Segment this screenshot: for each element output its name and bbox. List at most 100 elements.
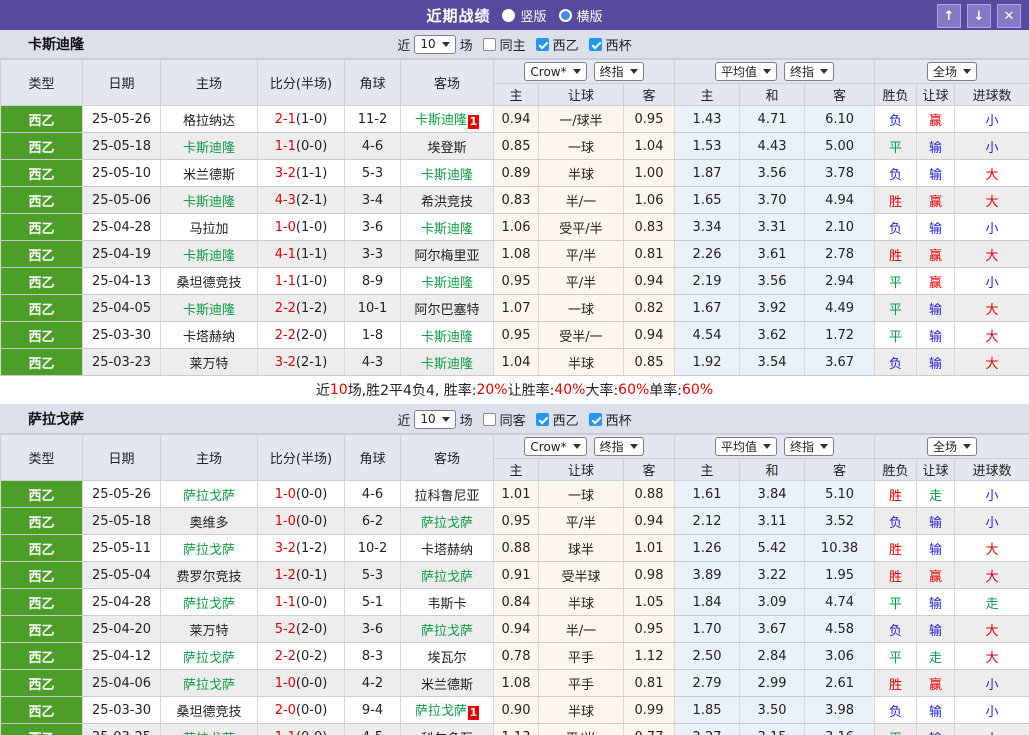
odds-time-select[interactable]: 终指 xyxy=(593,437,644,456)
result-cell: 平 xyxy=(874,321,918,349)
odds-home-cell: 0.83 xyxy=(493,186,539,214)
avg-draw-cell: 3.84 xyxy=(739,480,806,508)
fulltime-score: 5-2 xyxy=(274,621,296,637)
handicap-cell: 半球 xyxy=(538,696,624,724)
avg-home-cell: 1.53 xyxy=(674,132,741,160)
filter-controls: 近 10 场 同主 西乙 西杯 xyxy=(397,34,632,54)
same-venue-checkbox[interactable] xyxy=(482,37,496,51)
halftime-score: (1-1) xyxy=(295,246,328,262)
scope-select[interactable]: 全场 xyxy=(927,437,978,456)
away-team-cell: 卡斯迪隆 xyxy=(400,267,494,295)
sub-header-8: 进球数 xyxy=(954,83,1029,106)
column-header-1: 日期 xyxy=(82,59,161,106)
bookmaker-select[interactable]: Crow* xyxy=(524,437,587,456)
avg-home-cell: 4.54 xyxy=(674,321,741,349)
date-cell: 25-04-05 xyxy=(82,294,161,322)
result-cell: 负 xyxy=(874,159,918,187)
date-cell: 25-04-28 xyxy=(82,588,161,616)
avg-draw-cell: 3.56 xyxy=(739,267,806,295)
avg-away-cell: 2.78 xyxy=(804,240,876,268)
score-cell: 4-1(1-1) xyxy=(257,240,345,268)
type-cell: 西乙 xyxy=(0,105,83,133)
handicap-result-cell: 赢 xyxy=(916,105,956,133)
date-cell: 25-05-18 xyxy=(82,132,161,160)
avg-away-cell: 6.10 xyxy=(804,105,876,133)
handicap-cell: 球半 xyxy=(538,534,624,562)
close-button[interactable]: ✕ xyxy=(997,4,1021,28)
avg-time-select[interactable]: 终指 xyxy=(784,437,835,456)
average-select[interactable]: 平均值 xyxy=(715,437,778,456)
score-cell: 2-2(0-2) xyxy=(257,642,345,670)
handicap-cell: 半/一 xyxy=(538,615,624,643)
result-cell: 负 xyxy=(874,696,918,724)
cup-checkbox[interactable] xyxy=(588,37,602,51)
odds-away-cell: 0.94 xyxy=(622,321,676,349)
header-group-row: 类型 日期 主场 比分(半场) 角球 客场 Crow* 终指 平均值 终指 全场 xyxy=(0,434,1029,481)
away-team-cell: 希洪竞技 xyxy=(400,186,494,214)
summary-segment: 场,胜2平4负4, 胜率: xyxy=(347,383,477,399)
average-select[interactable]: 平均值 xyxy=(715,62,778,81)
halftime-score: (0-0) xyxy=(295,702,328,718)
result-cell: 平 xyxy=(874,642,918,670)
view-radio-horizontal[interactable]: 横版 xyxy=(558,6,603,25)
chevron-down-icon xyxy=(820,69,829,74)
handicap-result-cell: 赢 xyxy=(916,240,956,268)
score-cell: 2-2(1-2) xyxy=(257,294,345,322)
away-team-name: 卡斯迪隆 xyxy=(414,113,467,128)
team-section-1: 卡斯迪隆近 10 场同主 西乙 西杯 类型 日期 主场 比分(半场) 角球 客场 Crow* 终指 平均值… xyxy=(0,30,1029,405)
same-venue-checkbox[interactable] xyxy=(482,412,496,426)
column-header-1: 日期 xyxy=(82,434,161,481)
fulltime-score: 2-0 xyxy=(274,702,296,718)
avg-draw-cell: 3.54 xyxy=(739,348,806,376)
view-radio-vertical[interactable]: 竖版 xyxy=(502,6,547,25)
page-title: 近期战绩 xyxy=(426,6,491,25)
home-team-cell: 卡斯迪隆 xyxy=(160,294,258,322)
corner-cell: 11-2 xyxy=(344,105,401,133)
handicap-result-cell: 输 xyxy=(916,321,956,349)
away-team-name: 科尔多瓦 xyxy=(421,732,473,735)
sub-header-0: 主 xyxy=(493,458,539,481)
away-team-cell: 萨拉戈萨 1 xyxy=(400,696,494,724)
corner-cell: 3-4 xyxy=(344,186,401,214)
date-cell: 25-03-25 xyxy=(82,723,161,735)
avg-home-cell: 3.34 xyxy=(674,213,741,241)
odds-home-cell: 1.08 xyxy=(493,669,539,697)
sub-header-6: 胜负 xyxy=(874,83,918,106)
avg-away-cell: 1.95 xyxy=(804,561,876,589)
away-team-cell: 卡斯迪隆 xyxy=(400,321,494,349)
league-checkbox[interactable] xyxy=(535,37,549,51)
league-checkbox-label: 西乙 xyxy=(552,38,579,54)
avg-time-select[interactable]: 终指 xyxy=(784,62,835,81)
near-label: 近 xyxy=(397,38,411,54)
league-checkbox[interactable] xyxy=(535,412,549,426)
avg-away-cell: 4.74 xyxy=(804,588,876,616)
result-cell: 负 xyxy=(874,615,918,643)
handicap-cell: 一/球半 xyxy=(538,105,624,133)
avg-draw-cell: 3.09 xyxy=(739,588,806,616)
handicap-cell: 受半/一 xyxy=(538,321,624,349)
avg-home-cell: 1.61 xyxy=(674,480,741,508)
bookmaker-select[interactable]: Crow* xyxy=(524,62,587,81)
chevron-down-icon xyxy=(629,69,638,74)
chevron-down-icon xyxy=(763,69,772,74)
date-cell: 25-05-11 xyxy=(82,534,161,562)
halftime-score: (1-0) xyxy=(295,219,328,235)
away-team-name: 卡斯迪隆 xyxy=(420,356,473,372)
result-cell: 胜 xyxy=(874,534,918,562)
odds-time-select[interactable]: 终指 xyxy=(593,62,644,81)
home-team-name: 萨拉戈萨 xyxy=(183,732,235,735)
match-row: 西乙 25-04-12 萨拉戈萨 2-2(0-2) 8-3 埃瓦尔 0.78 平手 1.12 2.… xyxy=(0,642,1029,670)
scope-select[interactable]: 全场 xyxy=(927,62,978,81)
odds-away-cell: 0.94 xyxy=(622,507,676,535)
home-team-cell: 萨拉戈萨 xyxy=(160,588,258,616)
recent-games-select[interactable]: 10 xyxy=(414,409,456,429)
halftime-score: (0-1) xyxy=(295,567,328,583)
recent-games-select[interactable]: 10 xyxy=(414,34,456,54)
home-team-name: 卡斯迪隆 xyxy=(182,248,235,264)
down-button[interactable]: ↓ xyxy=(967,4,991,28)
up-button[interactable]: ↑ xyxy=(937,4,961,28)
home-team-name: 桑坦德竞技 xyxy=(176,275,242,291)
cup-checkbox[interactable] xyxy=(588,412,602,426)
home-team-name: 马拉加 xyxy=(189,221,229,237)
date-cell: 25-05-26 xyxy=(82,480,161,508)
